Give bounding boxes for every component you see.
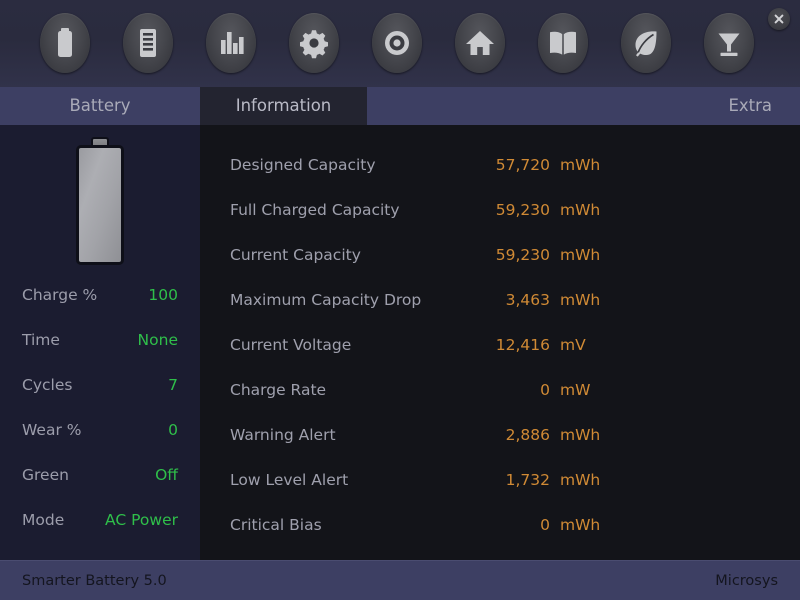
status-bar: Smarter Battery 5.0 Microsys [0, 560, 800, 600]
information-value: 59,230 [495, 201, 550, 219]
battery-stat-row: Green Off [0, 463, 200, 487]
battery-stat-value: AC Power [105, 511, 178, 529]
toolbar-button-bar-chart[interactable] [206, 13, 256, 73]
information-value: 1,732 [505, 471, 550, 489]
battery-stat-value: 0 [168, 421, 178, 439]
information-row: Low Level Alert 1,732 mWh [200, 468, 800, 492]
battery-stat-row: Wear % 0 [0, 418, 200, 442]
toolbar-button-leaf[interactable] [621, 13, 671, 73]
close-button[interactable] [768, 8, 790, 30]
app-name-label: Smarter Battery 5.0 [22, 573, 167, 589]
information-unit: mWh [560, 291, 601, 309]
book-icon [547, 29, 579, 57]
gear-icon [298, 27, 330, 59]
information-row: Warning Alert 2,886 mWh [200, 423, 800, 447]
leaf-icon [631, 28, 661, 58]
toolbar-button-list[interactable] [123, 13, 173, 73]
information-value: 57,720 [495, 156, 550, 174]
battery-stat-label: Wear % [22, 421, 82, 439]
battery-stat-label: Cycles [22, 376, 73, 394]
information-label: Low Level Alert [230, 471, 349, 489]
battery-level-indicator [76, 145, 124, 265]
information-label: Designed Capacity [230, 156, 376, 174]
toolbar-button-battery[interactable] [40, 13, 90, 73]
battery-stat-value: 7 [168, 376, 178, 394]
battery-stat-row: Cycles 7 [0, 373, 200, 397]
information-unit: mWh [560, 201, 601, 219]
battery-stat-value: None [137, 331, 178, 349]
toolbar [0, 0, 800, 88]
information-row: Maximum Capacity Drop 3,463 mWh [200, 288, 800, 312]
information-label: Warning Alert [230, 426, 336, 444]
toolbar-button-home[interactable] [455, 13, 505, 73]
information-row: Current Voltage 12,416 mV [200, 333, 800, 357]
battery-stat-label: Mode [22, 511, 65, 529]
information-label: Current Capacity [230, 246, 361, 264]
battery-stat-row: Charge % 100 [0, 283, 200, 307]
information-unit: mW [560, 381, 591, 399]
information-unit: mWh [560, 516, 601, 534]
battery-panel: Charge % 100 Time None Cycles 7 Wear % 0 Green Of… [0, 125, 200, 560]
information-row: Charge Rate 0 mW [200, 378, 800, 402]
information-unit: mWh [560, 426, 601, 444]
information-label: Current Voltage [230, 336, 352, 354]
information-label: Full Charged Capacity [230, 201, 400, 219]
toolbar-button-gear[interactable] [289, 13, 339, 73]
battery-stat-value: Off [155, 466, 178, 484]
target-icon [382, 28, 412, 58]
information-value: 0 [540, 516, 550, 534]
battery-stat-value: 100 [148, 286, 178, 304]
vendor-label: Microsys [715, 573, 778, 589]
smarter-battery-window: Battery Information Extra Charge % 100 Tim… [0, 0, 800, 600]
information-row: Full Charged Capacity 59,230 mWh [200, 198, 800, 222]
information-value: 59,230 [495, 246, 550, 264]
battery-stat-label: Time [22, 331, 60, 349]
list-icon [133, 26, 163, 60]
home-icon [464, 28, 496, 58]
information-panel: Designed Capacity 57,720 mWh Full Charged C… [200, 125, 800, 560]
information-value: 12,416 [495, 336, 550, 354]
tab-bar: Battery Information Extra [0, 87, 800, 125]
toolbar-button-group [0, 13, 800, 75]
information-unit: mV [560, 336, 586, 354]
information-unit: mWh [560, 156, 601, 174]
information-row: Current Capacity 59,230 mWh [200, 243, 800, 267]
information-unit: mWh [560, 246, 601, 264]
tab-battery[interactable]: Battery [0, 87, 200, 125]
battery-stat-label: Green [22, 466, 69, 484]
battery-stat-label: Charge % [22, 286, 98, 304]
information-label: Charge Rate [230, 381, 327, 399]
bar-chart-icon [216, 26, 246, 60]
information-row: Designed Capacity 57,720 mWh [200, 153, 800, 177]
toolbar-button-book[interactable] [538, 13, 588, 73]
information-label: Critical Bias [230, 516, 322, 534]
information-value: 2,886 [505, 426, 550, 444]
information-row: Critical Bias 0 mWh [200, 513, 800, 537]
tab-extra[interactable]: Extra [600, 87, 800, 125]
information-value: 3,463 [505, 291, 550, 309]
battery-gauge [0, 137, 200, 272]
battery-icon [50, 26, 80, 60]
information-unit: mWh [560, 471, 601, 489]
battery-stat-row: Mode AC Power [0, 508, 200, 532]
funnel-icon [714, 28, 744, 58]
toolbar-button-funnel[interactable] [704, 13, 754, 73]
tab-information[interactable]: Information [200, 87, 367, 125]
battery-stat-row: Time None [0, 328, 200, 352]
toolbar-button-target[interactable] [372, 13, 422, 73]
information-value: 0 [540, 381, 550, 399]
